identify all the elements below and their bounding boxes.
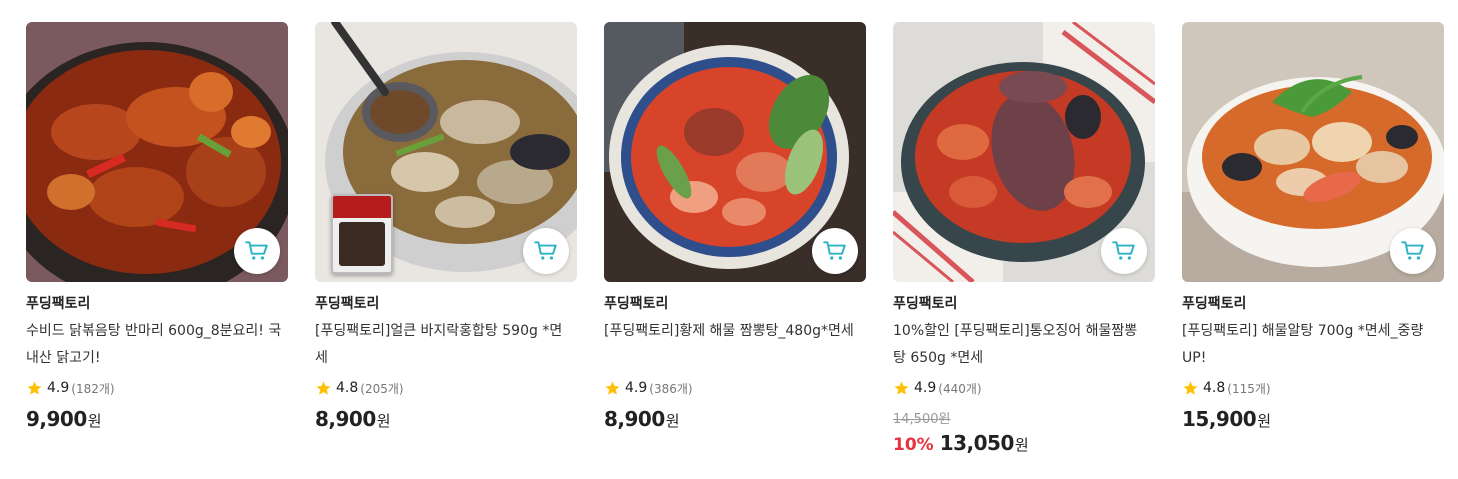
add-to-cart-button[interactable] (523, 228, 569, 274)
product-brand: 푸딩팩토리 (604, 296, 669, 312)
product-thumbnail[interactable] (1182, 22, 1444, 282)
product-price: 9,900 (26, 407, 87, 431)
review-count: (440개) (938, 381, 982, 396)
currency-label: 원 (1014, 436, 1029, 454)
star-icon (26, 380, 43, 397)
product-title[interactable]: [푸딩팩토리] 해물알탕 700g *면세_중량UP! (1182, 318, 1444, 372)
star-icon (1182, 380, 1199, 397)
review-count: (205개) (360, 381, 404, 396)
product-thumbnail[interactable] (315, 22, 577, 282)
star-icon (893, 380, 910, 397)
product-brand: 푸딩팩토리 (26, 296, 91, 312)
product-card[interactable]: 푸딩팩토리 [푸딩팩토리]얼큰 바지락홍합탕 590g *면세 4.8 (205… (315, 22, 577, 455)
cart-icon (822, 238, 848, 264)
discount-rate: 10% (893, 435, 934, 455)
price-row: 15,900 원 (1182, 407, 1444, 431)
currency-label: 원 (665, 412, 680, 430)
product-grid: 푸딩팩토리 수비드 닭볶음탕 반마리 600g_8분요리! 국내산 닭고기! 4… (26, 22, 1444, 455)
product-card[interactable]: 푸딩팩토리 수비드 닭볶음탕 반마리 600g_8분요리! 국내산 닭고기! 4… (26, 22, 288, 455)
product-thumbnail[interactable] (26, 22, 288, 282)
product-title[interactable]: [푸딩팩토리]황제 해물 짬뽕탕_480g*면세 (604, 318, 866, 372)
product-thumbnail[interactable] (893, 22, 1155, 282)
cart-icon (533, 238, 559, 264)
product-rating: 4.8 (115개) (1182, 378, 1444, 398)
currency-label: 원 (1257, 412, 1271, 430)
cart-icon (244, 238, 270, 264)
price-row: 8,900 원 (604, 407, 866, 431)
rating-score: 4.8 (1203, 380, 1226, 396)
product-brand: 푸딩팩토리 (893, 296, 958, 312)
product-rating: 4.9 (440개) (893, 378, 1155, 398)
product-rating: 4.9 (386개) (604, 378, 866, 398)
cart-icon (1111, 238, 1137, 264)
product-package-image (331, 194, 393, 274)
product-card[interactable]: 푸딩팩토리 [푸딩팩토리]황제 해물 짬뽕탕_480g*면세 4.9 (386개… (604, 22, 866, 455)
review-count: (386개) (649, 381, 693, 396)
currency-label: 원 (87, 412, 102, 430)
add-to-cart-button[interactable] (1390, 228, 1436, 274)
price-row: 10% 13,050 원 (893, 431, 1155, 455)
rating-score: 4.9 (625, 380, 648, 396)
review-count: (182개) (71, 381, 115, 396)
add-to-cart-button[interactable] (1101, 228, 1147, 274)
rating-score: 4.9 (47, 380, 70, 396)
product-rating: 4.9 (182개) (26, 378, 288, 398)
star-icon (315, 380, 332, 397)
currency-label: 원 (376, 412, 391, 430)
product-price: 15,900 (1182, 407, 1257, 431)
rating-score: 4.8 (336, 380, 359, 396)
product-card[interactable]: 푸딩팩토리 [푸딩팩토리] 해물알탕 700g *면세_중량UP! 4.8 (1… (1182, 22, 1444, 455)
price-row: 9,900 원 (26, 407, 288, 431)
original-price: 14,500원 (893, 412, 951, 427)
product-brand: 푸딩팩토리 (1182, 296, 1247, 312)
add-to-cart-button[interactable] (812, 228, 858, 274)
review-count: (115개) (1227, 381, 1271, 396)
add-to-cart-button[interactable] (234, 228, 280, 274)
price-row: 8,900 원 (315, 407, 577, 431)
product-price: 8,900 (604, 407, 665, 431)
star-icon (604, 380, 621, 397)
rating-score: 4.9 (914, 380, 937, 396)
product-title[interactable]: 10%할인 [푸딩팩토리]통오징어 해물짬뽕탕 650g *면세 (893, 318, 1155, 372)
product-brand: 푸딩팩토리 (315, 296, 380, 312)
product-card[interactable]: 푸딩팩토리 10%할인 [푸딩팩토리]통오징어 해물짬뽕탕 650g *면세 4… (893, 22, 1155, 455)
product-title[interactable]: 수비드 닭볶음탕 반마리 600g_8분요리! 국내산 닭고기! (26, 318, 288, 372)
product-thumbnail[interactable] (604, 22, 866, 282)
product-rating: 4.8 (205개) (315, 378, 577, 398)
product-price: 13,050 (939, 431, 1015, 455)
product-title[interactable]: [푸딩팩토리]얼큰 바지락홍합탕 590g *면세 (315, 318, 577, 372)
cart-icon (1400, 238, 1426, 264)
product-price: 8,900 (315, 407, 376, 431)
